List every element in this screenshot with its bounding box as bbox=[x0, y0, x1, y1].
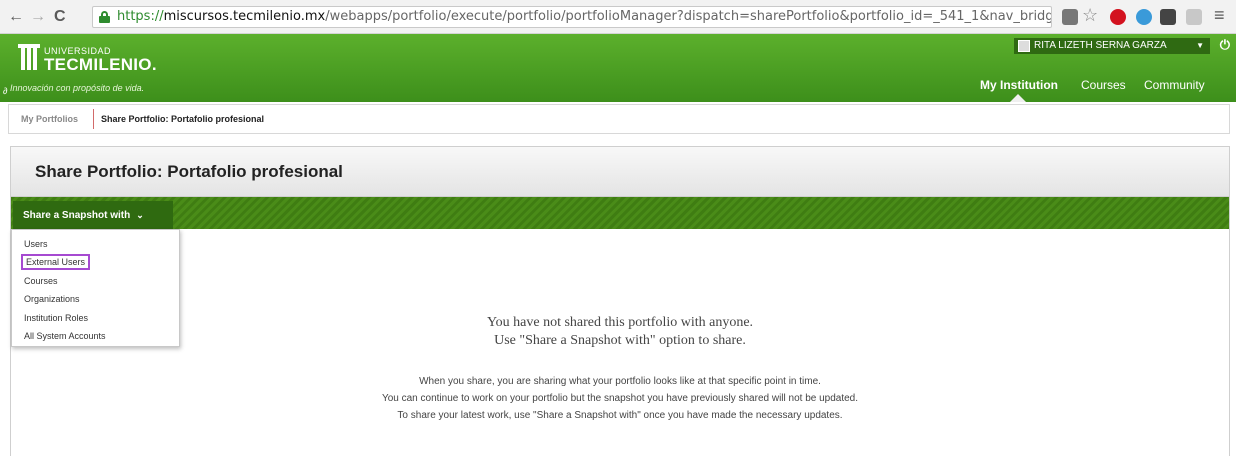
menu-icon[interactable]: ≡ bbox=[1214, 6, 1225, 24]
adblock-icon[interactable] bbox=[1110, 9, 1126, 25]
breadcrumb-current: Share Portfolio: Portafolio profesional bbox=[101, 114, 265, 124]
action-bar: Share a Snapshot with ⌄ bbox=[11, 197, 1229, 229]
institution-header: UNIVERSIDAD TECMILENIO. ∂ Innovación con… bbox=[0, 34, 1236, 102]
link-icon: ∂ bbox=[3, 86, 8, 96]
url-scheme: https:// bbox=[117, 9, 164, 24]
share-snapshot-label: Share a Snapshot with bbox=[23, 210, 131, 221]
tab-courses[interactable]: Courses bbox=[1081, 78, 1126, 92]
tab-community[interactable]: Community bbox=[1144, 78, 1205, 92]
forward-icon[interactable]: → bbox=[30, 8, 46, 26]
breadcrumb-divider bbox=[93, 109, 94, 129]
logo-main-text: TECMILENIO. bbox=[44, 55, 157, 74]
menu-item-courses[interactable]: Courses bbox=[12, 272, 179, 290]
chevron-down-icon: ⌄ bbox=[136, 210, 144, 220]
reload-icon[interactable]: C bbox=[54, 8, 66, 26]
empty-state-line-2: Use "Share a Snapshot with" option to sh… bbox=[494, 333, 746, 348]
menu-item-organizations[interactable]: Organizations bbox=[12, 290, 179, 308]
page-title: Share Portfolio: Portafolio profesional bbox=[35, 162, 343, 181]
info-line-3: To share your latest work, use "Share a … bbox=[397, 410, 843, 421]
empty-state-line-1: You have not shared this portfolio with … bbox=[486, 315, 754, 330]
content-panel: Share Portfolio: Portafolio profesional … bbox=[10, 146, 1230, 456]
menu-item-external-users[interactable]: External Users bbox=[12, 253, 179, 271]
logout-icon[interactable]: ⏻ bbox=[1220, 37, 1230, 53]
shield-icon[interactable] bbox=[1186, 9, 1202, 25]
share-snapshot-button[interactable]: Share a Snapshot with ⌄ bbox=[13, 201, 173, 229]
translate-icon[interactable] bbox=[1062, 9, 1078, 25]
logo-tagline: Innovación con propósito de vida. bbox=[10, 83, 145, 93]
url-host: miscursos.tecmilenio.mx bbox=[163, 9, 326, 24]
url-path: /webapps/portfolio/execute/portfolio/por… bbox=[325, 9, 1052, 24]
active-tab-pointer bbox=[1010, 94, 1026, 102]
info-line-2: You can continue to work on your portfol… bbox=[381, 393, 859, 404]
menu-item-users[interactable]: Users bbox=[12, 235, 179, 253]
back-icon[interactable]: ← bbox=[8, 8, 24, 26]
breadcrumb-my-portfolios[interactable]: My Portfolios bbox=[21, 105, 78, 133]
avatar bbox=[1018, 40, 1030, 52]
lock-icon bbox=[99, 11, 110, 23]
user-menu[interactable]: RITA LIZETH SERNA GARZA ▼ bbox=[1014, 38, 1210, 54]
browser-toolbar: ← → C https://miscursos.tecmilenio.mx/we… bbox=[0, 0, 1236, 34]
address-bar[interactable]: https://miscursos.tecmilenio.mx/webapps/… bbox=[92, 6, 1052, 28]
page-header: Share Portfolio: Portafolio profesional bbox=[11, 147, 1229, 197]
star-icon[interactable]: ☆ bbox=[1082, 6, 1098, 24]
breadcrumb: My Portfolios Share Portfolio: Portafoli… bbox=[8, 104, 1230, 134]
pocket-icon[interactable] bbox=[1160, 9, 1176, 25]
tab-my-institution[interactable]: My Institution bbox=[980, 78, 1058, 92]
info-line-1: When you share, you are sharing what you… bbox=[419, 376, 821, 387]
tecmilenio-logo-icon[interactable] bbox=[18, 44, 40, 70]
user-name: RITA LIZETH SERNA GARZA bbox=[1034, 40, 1167, 51]
sync-icon[interactable] bbox=[1136, 9, 1152, 25]
chevron-down-icon: ▼ bbox=[1196, 41, 1204, 50]
